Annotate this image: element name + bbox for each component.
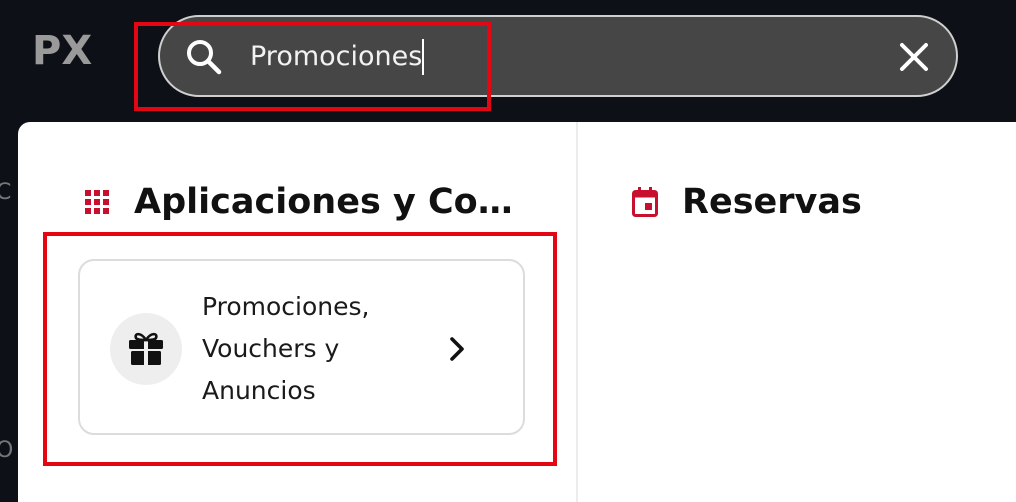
close-icon[interactable] xyxy=(894,37,934,77)
grid-icon xyxy=(85,190,109,214)
chevron-right-icon xyxy=(450,337,464,361)
result-item-promotions[interactable]: Promociones, Vouchers y Anuncios xyxy=(78,259,525,435)
text-caret xyxy=(422,39,424,75)
section-header-reservations: Reservas xyxy=(632,182,862,222)
calendar-icon xyxy=(632,187,658,217)
column-divider xyxy=(576,122,578,502)
result-label: Promociones, Vouchers y Anuncios xyxy=(202,292,370,405)
search-icon xyxy=(187,40,222,75)
background-edge-letter: O xyxy=(0,438,14,463)
gift-icon-container xyxy=(110,313,182,385)
section-header-apps: Aplicaciones y Configuración xyxy=(84,182,524,222)
search-bar[interactable] xyxy=(158,15,958,97)
search-results-panel: Aplicaciones y Configuración Promociones… xyxy=(18,122,1016,502)
background-edge-letter: C xyxy=(0,180,12,205)
gift-icon xyxy=(129,332,163,365)
search-input[interactable] xyxy=(250,37,850,77)
logo-text: PX xyxy=(32,28,92,74)
section-title: Aplicaciones y Configuración xyxy=(134,182,524,222)
section-title: Reservas xyxy=(682,182,862,222)
px-logo: PX xyxy=(32,28,92,74)
